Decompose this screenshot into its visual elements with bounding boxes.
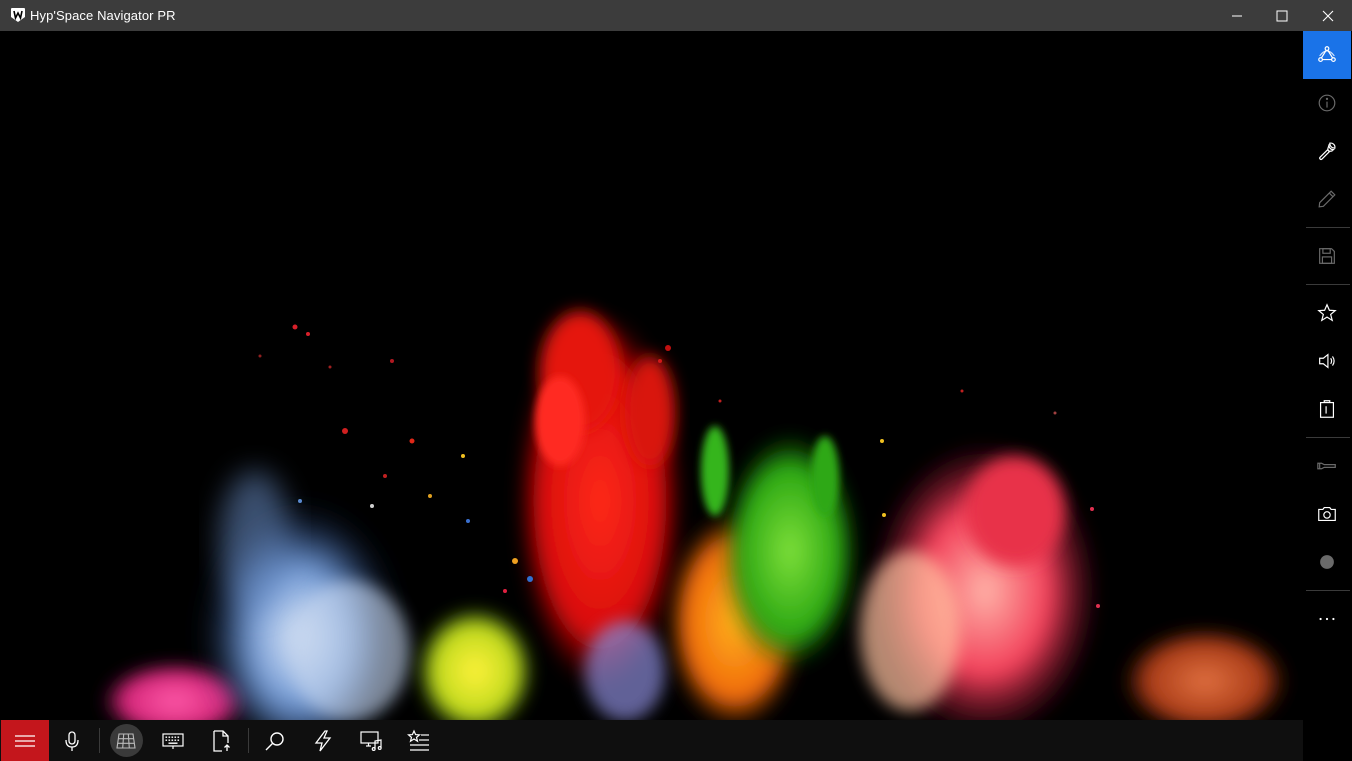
flashlight-button[interactable] <box>1303 442 1351 490</box>
camera-icon <box>1318 506 1336 522</box>
toolbar-divider <box>1306 437 1350 438</box>
more-icon <box>1319 617 1335 621</box>
search-icon <box>265 731 284 750</box>
network-nodes-icon <box>1318 46 1336 63</box>
toolbar-divider <box>248 728 249 753</box>
info-button[interactable] <box>1303 79 1351 127</box>
wallpaper-image <box>0 31 1303 720</box>
record-button[interactable] <box>1303 538 1351 586</box>
clipboard-icon <box>1319 400 1335 418</box>
save-icon <box>1319 248 1335 264</box>
file-transfer-button[interactable] <box>197 720 245 761</box>
speaker-icon <box>1319 353 1335 369</box>
minimize-icon <box>1232 15 1242 16</box>
microphone-icon <box>65 730 79 751</box>
maximize-icon <box>1276 10 1288 21</box>
media-devices-button[interactable] <box>347 720 395 761</box>
toolbar-divider <box>1306 590 1350 591</box>
close-icon <box>1322 10 1334 21</box>
record-icon <box>1320 555 1334 569</box>
close-button[interactable] <box>1305 0 1351 31</box>
bottom-toolbar <box>0 720 1303 761</box>
file-upload-icon <box>213 729 230 752</box>
minimize-button[interactable] <box>1214 0 1260 31</box>
pencil-icon <box>1318 190 1336 208</box>
screenshot-button[interactable] <box>1303 490 1351 538</box>
sound-button[interactable] <box>1303 337 1351 385</box>
maximize-button[interactable] <box>1259 0 1305 31</box>
search-button[interactable] <box>251 720 299 761</box>
hamburger-menu-icon <box>15 734 35 747</box>
more-button[interactable] <box>1303 595 1351 643</box>
network-button[interactable] <box>1303 31 1351 79</box>
flashlight-icon <box>1317 462 1336 470</box>
wrench-icon <box>1319 142 1336 161</box>
clipboard-button[interactable] <box>1303 385 1351 433</box>
keyboard-icon <box>162 732 184 749</box>
quick-actions-button[interactable] <box>299 720 347 761</box>
toolbar-divider <box>1306 284 1350 285</box>
microphone-button[interactable] <box>48 720 96 761</box>
grid-button[interactable] <box>102 720 150 761</box>
favorites-list-icon <box>407 729 429 751</box>
tools-button[interactable] <box>1303 127 1351 175</box>
keyboard-button[interactable] <box>149 720 197 761</box>
toolbar-divider <box>99 728 100 753</box>
edit-button[interactable] <box>1303 175 1351 223</box>
info-icon <box>1318 94 1336 112</box>
main-menu-button[interactable] <box>1 720 49 761</box>
grid-icon <box>116 732 136 749</box>
star-icon <box>1317 303 1337 322</box>
favorites-list-button[interactable] <box>395 720 443 761</box>
title-bar: Hyp'Space Navigator PR <box>0 0 1352 31</box>
media-devices-icon <box>360 730 382 751</box>
window-title: Hyp'Space Navigator PR <box>30 8 176 23</box>
toolbar-divider <box>1306 227 1350 228</box>
favorites-button[interactable] <box>1303 289 1351 337</box>
lightning-icon <box>314 729 332 751</box>
remote-viewport[interactable] <box>0 31 1303 720</box>
app-logo-icon <box>11 8 25 22</box>
save-button[interactable] <box>1303 232 1351 280</box>
right-toolbar <box>1303 31 1352 761</box>
